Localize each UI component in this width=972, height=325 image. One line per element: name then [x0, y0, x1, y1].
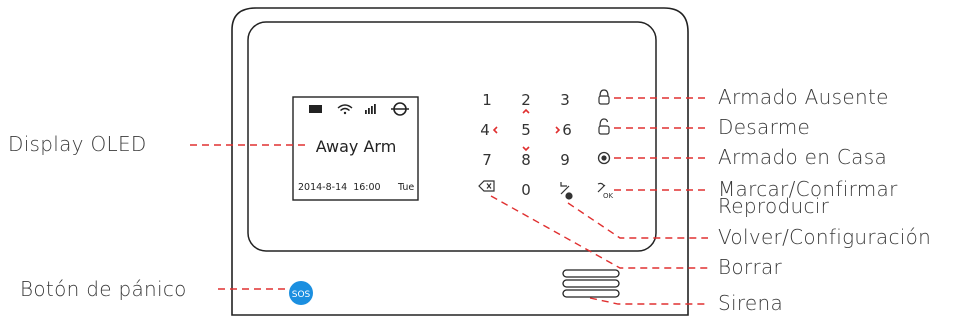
key-3[interactable]: 3 — [560, 91, 570, 109]
label-playback: Reproducir — [718, 194, 830, 218]
label-back-setup: Volver/Configuración — [718, 225, 931, 249]
key-2[interactable]: 2 — [521, 91, 531, 109]
display-weekday: Tue — [397, 182, 414, 193]
label-disarm: Desarme — [718, 115, 810, 139]
label-delete: Borrar — [718, 255, 783, 279]
label-home-arm: Armado en Casa — [718, 145, 887, 169]
key-9[interactable]: 9 — [560, 151, 570, 169]
display-main-text: Away Arm — [316, 137, 397, 156]
svg-text:OK: OK — [603, 192, 614, 200]
display-date-time: 2014-8-14 16:00 — [298, 182, 381, 193]
key-0[interactable]: 0 — [521, 181, 531, 199]
sos-label: SOS — [292, 290, 311, 300]
home-arm-icon[interactable] — [597, 151, 611, 165]
key-1[interactable]: 1 — [482, 91, 492, 109]
label-siren: Sirena — [718, 291, 783, 315]
key-6[interactable]: 6 — [562, 121, 572, 139]
key-8[interactable]: 8 — [521, 151, 531, 169]
label-display-oled: Display OLED — [8, 132, 147, 156]
label-panic-button: Botón de pánico — [20, 277, 187, 301]
key-4[interactable]: 4 — [480, 121, 490, 139]
label-away-arm: Armado Ausente — [718, 85, 889, 109]
alarm-panel-diagram: Away Arm 2014-8-14 16:00 Tue 1 2 3 4 5 6… — [8, 7, 931, 316]
key-7[interactable]: 7 — [482, 151, 492, 169]
battery-icon — [309, 105, 322, 113]
key-5[interactable]: 5 — [521, 121, 531, 139]
